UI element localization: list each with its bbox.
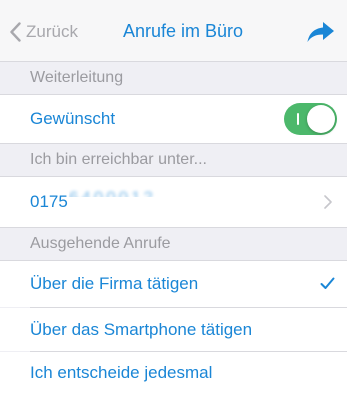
share-button[interactable]: [306, 20, 336, 44]
page-title: Anrufe im Büro: [123, 21, 244, 41]
phone-number: 0175 6400012: [30, 188, 156, 212]
outgoing-option-label: Ich entscheide jedesmal: [30, 363, 213, 382]
back-button-label: Zurück: [26, 22, 78, 41]
chevron-left-icon: [10, 22, 21, 42]
outgoing-option-company[interactable]: Über die Firma tätigen: [0, 261, 347, 307]
section-header-label: Ausgehende Anrufe: [30, 235, 171, 252]
section-header-outgoing: Ausgehende Anrufe: [0, 228, 347, 260]
outgoing-option-label: Über das Smartphone tätigen: [30, 319, 253, 339]
section-header-forwarding: Weiterleitung: [0, 62, 347, 94]
forwarding-wanted-label: Gewünscht: [30, 109, 116, 128]
outgoing-option-label: Über die Firma tätigen: [30, 274, 199, 293]
forwarding-wanted-row: Gewünscht: [0, 95, 347, 143]
section-header-reachable: Ich bin erreichbar unter...: [0, 144, 347, 176]
outgoing-option-ask-each-time[interactable]: Ich entscheide jedesmal: [0, 352, 347, 394]
phone-number-row[interactable]: 0175 6400012: [0, 177, 347, 227]
section-header-label: Ich bin erreichbar unter...: [30, 151, 207, 168]
toggle-on-indicator: [297, 113, 299, 125]
outgoing-option-smartphone[interactable]: Über das Smartphone tätigen: [0, 308, 347, 351]
navigation-bar: Zurück Anrufe im Büro: [0, 0, 347, 62]
section-header-label: Weiterleitung: [30, 69, 124, 86]
phone-number-obscured: 6400012: [68, 188, 157, 207]
share-arrow-icon: [307, 22, 334, 42]
forwarding-toggle[interactable]: [284, 103, 337, 135]
call-settings-screen: Zurück Anrufe im Büro Weiterleitung Gewü…: [0, 0, 347, 394]
phone-number-visible: 0175: [30, 192, 68, 211]
checkmark-icon: [320, 277, 335, 289]
chevron-right-icon: [324, 195, 332, 209]
back-button[interactable]: Zurück: [10, 19, 78, 45]
toggle-knob: [307, 105, 335, 133]
